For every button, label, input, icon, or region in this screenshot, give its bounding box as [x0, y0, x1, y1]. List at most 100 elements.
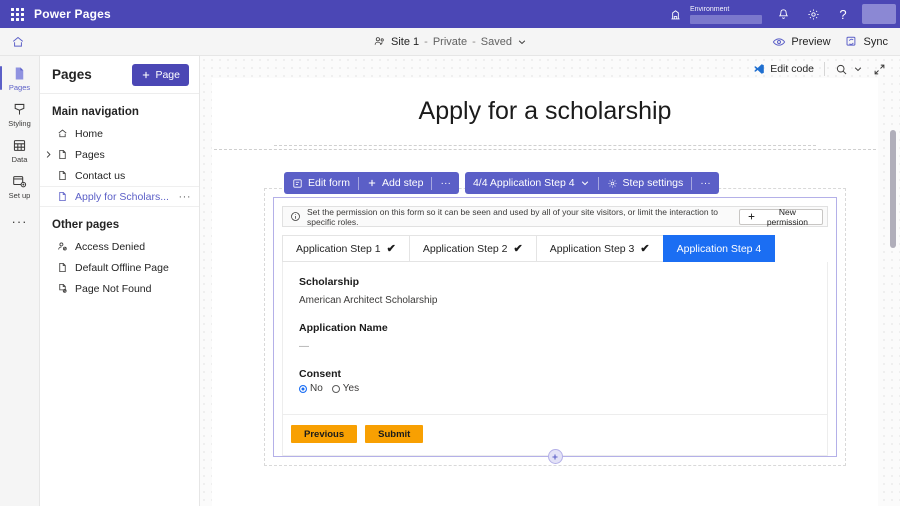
multistep-form-component[interactable]: Edit form Add step: [273, 197, 837, 457]
account-manager-button[interactable]: [858, 0, 900, 28]
tab-application-step-1[interactable]: Application Step 1 ✔: [282, 235, 409, 262]
step-settings-button[interactable]: Step settings: [599, 172, 692, 194]
home-button[interactable]: [0, 28, 36, 55]
rail-item-data[interactable]: Data: [0, 132, 40, 168]
settings-gear-icon[interactable]: [798, 0, 828, 28]
sidebar-item-home[interactable]: Home: [40, 123, 199, 144]
environment-value: [690, 15, 762, 24]
app-title: Power Pages: [34, 7, 111, 21]
pages-panel: Pages Page Main navigation Home: [40, 56, 200, 506]
sidebar-item-contact-us[interactable]: Contact us: [40, 165, 199, 186]
sidebar-item-page-not-found-label: Page Not Found: [75, 283, 151, 295]
step-selector-dropdown[interactable]: 4/4 Application Step 4: [465, 172, 598, 194]
rail-overflow-button[interactable]: ···: [12, 214, 28, 229]
sidebar-item-pages[interactable]: Pages: [40, 144, 199, 165]
rail-label-styling: Styling: [8, 119, 31, 128]
sidebar-item-apply-for-scholarship[interactable]: Apply for Scholars... ···: [40, 186, 199, 207]
permission-banner: Set the permission on this form so it ca…: [282, 206, 828, 227]
site-bar: Site 1 - Private - Saved Preview: [0, 28, 900, 56]
preview-button[interactable]: Preview: [772, 35, 830, 49]
section-divider: [214, 146, 876, 150]
previous-button[interactable]: Previous: [291, 425, 357, 443]
canvas-toolbar: Edit code: [753, 56, 900, 82]
site-breadcrumb: Site 1 - Private - Saved: [0, 35, 900, 48]
tab-application-step-3[interactable]: Application Step 3 ✔: [536, 235, 663, 262]
step-complete-check-icon: ✔: [640, 242, 649, 255]
setup-icon: [12, 173, 27, 190]
edit-form-button[interactable]: Edit form: [284, 172, 358, 194]
org-icon[interactable]: [660, 0, 690, 28]
sidebar-item-page-not-found[interactable]: Page Not Found: [40, 278, 199, 299]
step-toolbar-overflow-button[interactable]: ···: [692, 172, 719, 194]
chevron-right-icon[interactable]: [45, 150, 57, 159]
step-selector-label: 4/4 Application Step 4: [473, 177, 575, 189]
step-settings-label: Step settings: [623, 177, 684, 189]
tab-application-step-4[interactable]: Application Step 4: [663, 235, 776, 262]
sidebar-item-default-offline-page[interactable]: Default Offline Page: [40, 257, 199, 278]
tab-application-step-3-label: Application Step 3: [550, 243, 635, 255]
new-page-button[interactable]: Page: [132, 64, 189, 86]
consent-option-yes-label: Yes: [343, 383, 359, 394]
plus-icon: [367, 178, 377, 188]
rail-item-styling[interactable]: Styling: [0, 96, 40, 132]
design-canvas: Edit code: [200, 56, 900, 506]
tab-application-step-4-label: Application Step 4: [677, 243, 762, 255]
rail-label-setup: Set up: [9, 191, 31, 200]
notifications-icon[interactable]: [768, 0, 798, 28]
help-icon[interactable]: ?: [828, 0, 858, 28]
site-save-state: Saved: [481, 36, 512, 48]
pages-panel-title: Pages: [52, 67, 92, 82]
site-name[interactable]: Site 1: [391, 36, 419, 48]
tab-application-step-2[interactable]: Application Step 2 ✔: [409, 235, 536, 262]
expand-canvas-button[interactable]: [873, 63, 886, 76]
pages-icon: [12, 65, 27, 82]
form-toolbar-overflow-button[interactable]: ···: [432, 172, 459, 194]
main-navigation-title: Main navigation: [40, 94, 199, 123]
add-section-button[interactable]: [548, 449, 563, 464]
plus-icon: [141, 70, 151, 80]
sync-button[interactable]: Sync: [845, 35, 888, 49]
consent-option-yes[interactable]: Yes: [332, 383, 359, 394]
radio-icon: [332, 385, 340, 393]
rail-item-setup[interactable]: Set up: [0, 168, 40, 204]
site-chevron-down-icon[interactable]: [517, 37, 527, 47]
page-surface: Apply for a scholarship: [212, 78, 878, 506]
environment-selector[interactable]: Environment: [690, 0, 762, 28]
new-permission-button[interactable]: New permission: [739, 209, 823, 225]
info-icon: [290, 211, 301, 222]
edit-code-button[interactable]: Edit code: [753, 63, 814, 75]
radio-icon-selected: [299, 385, 307, 393]
sidebar-item-overflow-button[interactable]: ···: [179, 191, 192, 203]
form-section[interactable]: Edit form Add step: [264, 188, 846, 466]
sidebar-item-default-offline-page-label: Default Offline Page: [75, 262, 169, 274]
consent-option-no[interactable]: No: [299, 383, 323, 394]
sidebar-item-home-label: Home: [75, 128, 103, 140]
rail-item-pages[interactable]: Pages: [0, 60, 40, 96]
field-application-name: Application Name —: [299, 322, 811, 352]
gear-icon: [607, 178, 618, 189]
submit-button[interactable]: Submit: [365, 425, 423, 443]
left-rail: Pages Styling Data: [0, 56, 40, 506]
expand-diagonal-icon: [873, 63, 886, 76]
page-icon: [57, 262, 75, 273]
step-complete-check-icon: ✔: [514, 242, 523, 255]
rail-label-data: Data: [12, 155, 28, 164]
plus-icon: [747, 212, 756, 221]
magnifier-icon: [835, 63, 848, 76]
other-pages-title: Other pages: [40, 207, 199, 236]
add-section-divider: [282, 456, 828, 457]
app-launcher-button[interactable]: [0, 8, 34, 21]
zoom-control[interactable]: [835, 63, 863, 76]
form-steps-tablist: Application Step 1 ✔ Application Step 2 …: [282, 235, 828, 262]
suite-bar-right: Environment ?: [660, 0, 900, 28]
form-toolbar-group-primary: Edit form Add step: [284, 172, 459, 194]
canvas-scrollbar[interactable]: [890, 130, 896, 248]
site-visibility: Private: [433, 36, 467, 48]
sidebar-item-access-denied[interactable]: Access Denied: [40, 236, 199, 257]
field-consent-label: Consent: [299, 368, 811, 380]
add-step-button[interactable]: Add step: [359, 172, 431, 194]
suite-bar: Power Pages Environment: [0, 0, 900, 28]
sync-icon: [845, 35, 859, 49]
page-header-section[interactable]: Apply for a scholarship: [274, 78, 816, 146]
power-pages-design-studio: Power Pages Environment: [0, 0, 900, 506]
